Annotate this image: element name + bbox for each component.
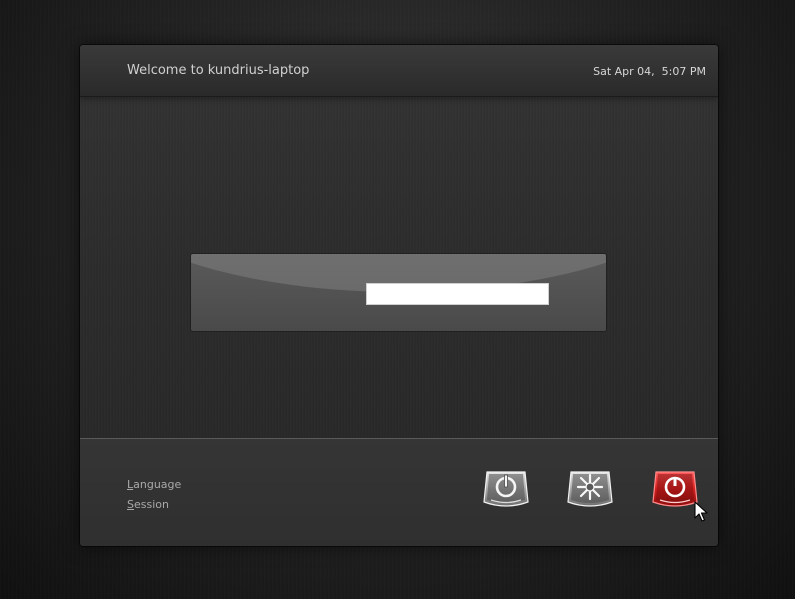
login-panel <box>191 254 606 331</box>
session-menu-link[interactable]: Session <box>127 498 169 511</box>
standby-button[interactable] <box>483 470 529 508</box>
login-header: Welcome to kundrius-laptop Sat Apr 04, 5… <box>80 45 718 97</box>
welcome-title: Welcome to kundrius-laptop <box>127 63 310 78</box>
login-window: Welcome to kundrius-laptop Sat Apr 04, 5… <box>80 45 718 546</box>
shutdown-icon <box>652 471 698 507</box>
restart-button[interactable] <box>567 470 613 508</box>
login-footer: Language Session <box>80 438 718 546</box>
restart-icon <box>567 471 613 507</box>
username-input[interactable] <box>366 283 549 305</box>
language-menu-link[interactable]: Language <box>127 478 181 491</box>
standby-icon <box>483 471 529 507</box>
clock: Sat Apr 04, 5:07 PM <box>593 65 706 78</box>
shutdown-button[interactable] <box>652 470 698 508</box>
mouse-cursor-icon <box>694 501 708 522</box>
